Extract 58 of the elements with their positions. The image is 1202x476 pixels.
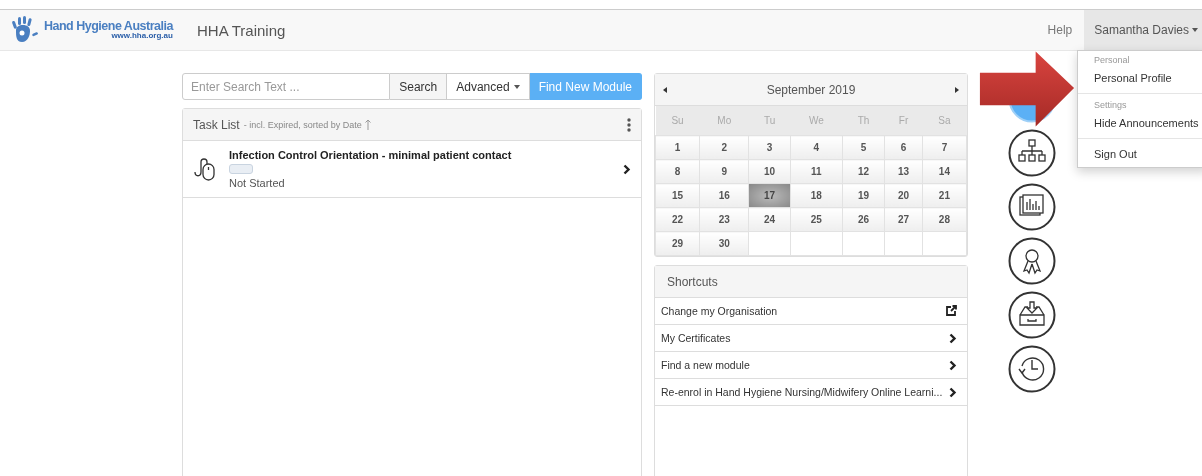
day-cell[interactable]: 3 <box>748 135 791 160</box>
weekday-label: We <box>790 106 843 136</box>
logo-url: www.hha.org.au <box>111 32 173 41</box>
shortcut-link[interactable]: My Certificates <box>655 325 967 352</box>
month-label: September 2019 <box>766 82 856 97</box>
hand-logo-icon <box>10 16 40 44</box>
menu-item[interactable]: Hide Announcements <box>1078 112 1202 134</box>
shortcut-link[interactable]: Change my Organisation <box>655 298 967 325</box>
chevron-right-icon <box>949 359 957 371</box>
history-nav-icon[interactable] <box>1008 345 1056 393</box>
day-cell[interactable]: 1 <box>655 135 700 160</box>
day-cell[interactable]: 7 <box>922 135 967 160</box>
weekday-label: Sa <box>922 106 967 136</box>
task-status: Not Started <box>229 177 286 189</box>
day-cell[interactable]: 29 <box>655 231 700 256</box>
hierarchy-nav-icon[interactable] <box>1008 129 1056 177</box>
task-item[interactable]: Infection Control Orientation - minimal patient contact Not Started <box>183 141 641 198</box>
previous-month-icon[interactable] <box>663 86 667 93</box>
weekday-label: Su <box>655 106 700 136</box>
day-cell[interactable]: 8 <box>655 159 700 184</box>
weekday-label: Mo <box>699 106 749 136</box>
panel-title: Task List <box>193 117 240 132</box>
search-field[interactable]: Enter Search Text ... <box>182 73 391 100</box>
weekday-label: Fr <box>884 106 923 136</box>
logo-title: Hand Hygiene Australia <box>44 19 173 33</box>
chevron-right-icon <box>949 386 957 398</box>
shortcut-link[interactable]: Re-enrol in Hand Hygiene Nursing/Midwifery Online Learni... <box>655 379 967 406</box>
help-link[interactable]: Help <box>1035 10 1085 50</box>
day-cell[interactable]: 4 <box>790 135 843 160</box>
menu-item[interactable]: Personal Profile <box>1078 67 1202 89</box>
next-month-icon[interactable] <box>955 86 959 93</box>
chevron-right-icon <box>949 332 957 344</box>
search-button[interactable]: Search <box>390 73 448 100</box>
external-link-icon <box>945 305 957 317</box>
day-cell[interactable]: 5 <box>842 135 885 160</box>
menu-header: Settings <box>1093 99 1128 112</box>
menu-header: Personal <box>1093 54 1131 67</box>
reports-nav-icon[interactable] <box>1008 183 1056 231</box>
sort-arrow-icon <box>364 119 371 130</box>
shortcut-link[interactable]: Find a new module <box>655 352 967 379</box>
chevron-right-icon <box>623 163 631 175</box>
task-title: Infection Control Orientation - minimal patient contact <box>229 149 513 161</box>
advanced-button[interactable]: Advanced <box>447 73 530 100</box>
inbox-nav-icon[interactable] <box>1008 291 1056 339</box>
day-cell[interactable]: 6 <box>884 135 923 160</box>
panel-title: Shortcuts <box>667 274 718 289</box>
user-menu-toggle[interactable]: Samantha Davies <box>1084 10 1202 50</box>
more-options-icon[interactable] <box>627 117 631 132</box>
day-cell[interactable]: 2 <box>699 135 749 160</box>
award-nav-icon[interactable] <box>1008 237 1056 285</box>
day-cell[interactable]: 15 <box>655 183 700 208</box>
day-cell[interactable]: 22 <box>655 207 700 232</box>
menu-item[interactable]: Sign Out <box>1078 143 1202 165</box>
panel-subtitle: - incl. Expired, sorted by Date <box>243 119 362 130</box>
weekday-label: Tu <box>748 106 791 136</box>
mouse-icon <box>193 156 217 182</box>
app-title[interactable]: HHA Training <box>197 21 286 39</box>
weekday-label: Th <box>842 106 885 136</box>
